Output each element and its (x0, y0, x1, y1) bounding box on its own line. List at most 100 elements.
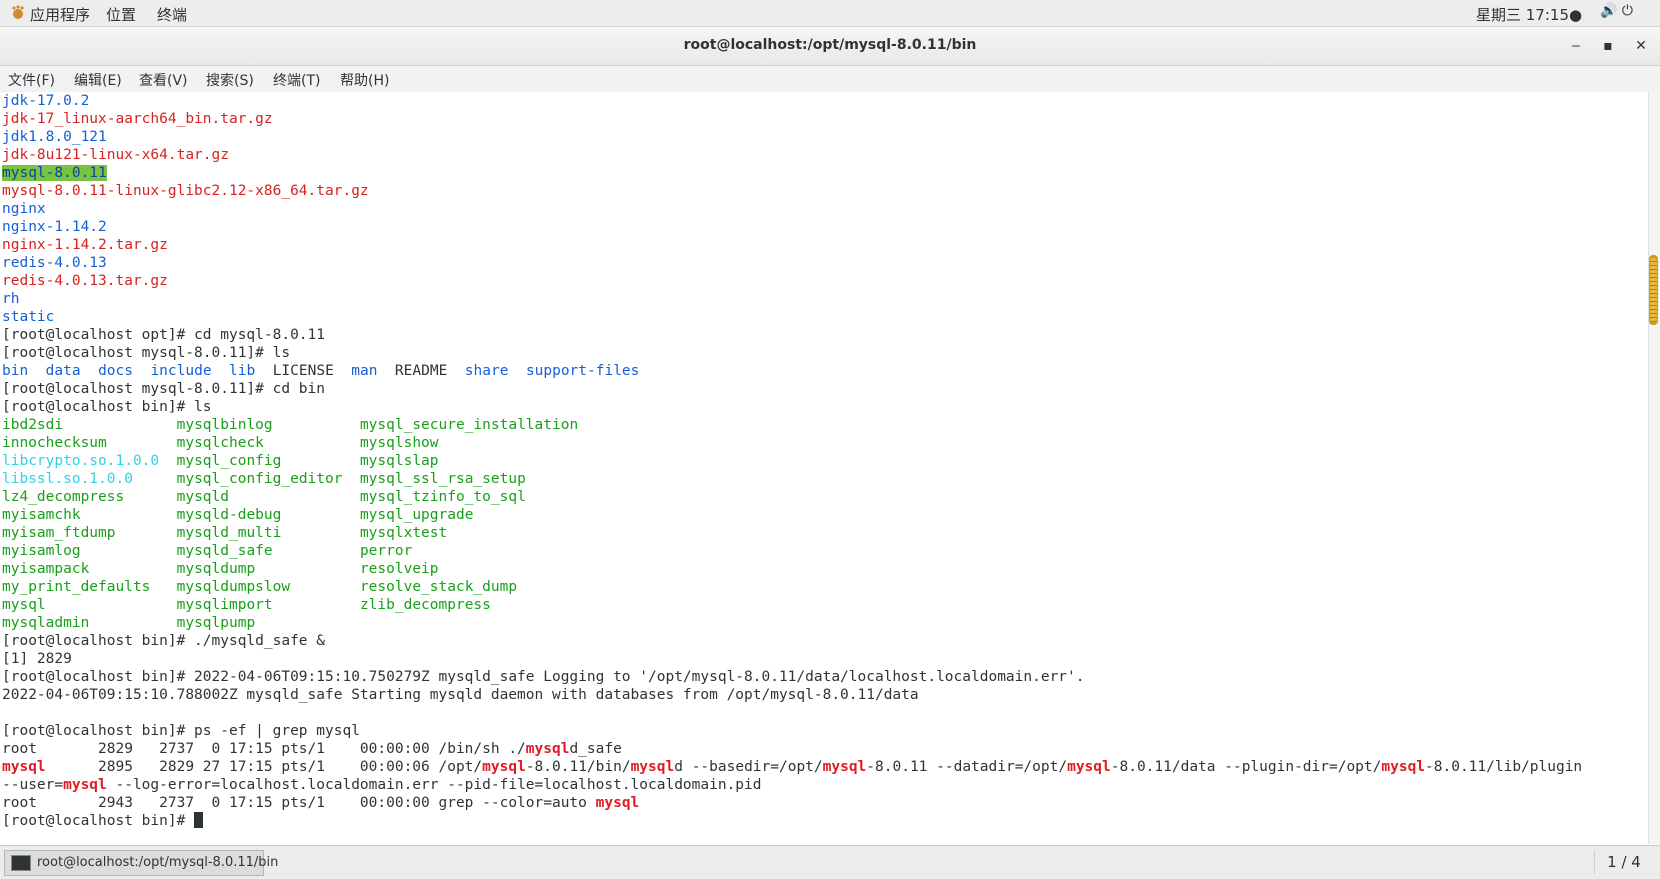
terminal-line: my_print_defaults mysqldumpslow resolve_… (0, 578, 1648, 596)
terminal-text-segment: libssl.so.1.0.0 (2, 471, 133, 487)
terminal-text-segment: mysql-8.0.11 (2, 165, 107, 181)
window-title: root@localhost:/opt/mysql-8.0.11/bin (683, 37, 977, 53)
menu-search[interactable]: 搜索(S) (206, 70, 254, 90)
terminal-text-segment: lib (229, 363, 256, 379)
terminal-text-segment: mysql_config_editor (176, 471, 360, 487)
terminal-line: [root@localhost mysql-8.0.11]# ls (0, 344, 1648, 362)
terminal-text-segment: mysql (822, 759, 867, 775)
terminal-text-segment: 2022-04-06T09:15:10.788002Z mysqld_safe … (2, 687, 919, 703)
terminal-text-segment: mysqlxtest (359, 525, 448, 541)
terminal-text-segment: lz4_decompress (2, 489, 177, 505)
terminal-text-segment: [root@localhost mysql-8.0.11]# ls (2, 345, 291, 361)
gnome-foot-icon[interactable] (10, 5, 26, 21)
terminal-text-segment: myisampack (2, 561, 177, 577)
terminal-text-segment: resolveip (359, 561, 439, 577)
clock[interactable]: 星期三 17:15● (1476, 4, 1582, 25)
menu-edit[interactable]: 编辑(E) (74, 70, 122, 90)
terminal-text-segment: mysqldumpslow (176, 579, 360, 595)
terminal-text-segment: mysqladmin (2, 615, 177, 631)
terminal-text-segment: -8.0.11 --datadir=/opt/ (866, 759, 1068, 775)
terminal-line: root 2943 2737 0 17:15 pts/1 00:00:00 gr… (0, 794, 1648, 812)
terminal-text-segment: docs (98, 363, 133, 379)
terminal-text-segment: [root@localhost opt]# cd mysql-8.0.11 (2, 327, 326, 343)
terminal-line: rh (0, 290, 1648, 308)
minimize-icon[interactable]: ‒ (1565, 35, 1587, 57)
terminal-text-segment: -8.0.11/bin/ (525, 759, 631, 775)
terminal-output[interactable]: jdk-17.0.2 jdk-17_linux-aarch64_bin.tar.g… (0, 92, 1648, 844)
terminal-line: [root@localhost bin]# ps -ef | grep mysq… (0, 722, 1648, 740)
terminal-text-segment: mysql (1381, 759, 1426, 775)
terminal-text-segment: ibd2sdi (2, 417, 177, 433)
terminal-text-segment: d --basedir=/opt/ (674, 759, 823, 775)
terminal-text-segment: libcrypto.so.1.0.0 (2, 453, 160, 469)
scrollbar-track[interactable] (1648, 92, 1660, 844)
terminal-line: myisamlog mysqld_safe perror (0, 542, 1648, 560)
menu-terminal[interactable]: 终端(T) (273, 70, 320, 90)
terminal-line: myisam_ftdump mysqld_multi mysqlxtest (0, 524, 1648, 542)
terminal-text-segment: redis-4.0.13.tar.gz (2, 273, 168, 289)
terminal-line: nginx-1.14.2 (0, 218, 1648, 236)
terminal-text-segment: rh (2, 291, 20, 307)
terminal-text-segment: nginx-1.14.2.tar.gz (2, 237, 168, 253)
top-panel: 应用程序 位置 终端 星期三 17:15● 🔊 ⏻ (0, 0, 1660, 27)
terminal-text-segment: mysql (63, 777, 107, 793)
terminal-text-segment: man (351, 363, 378, 379)
terminal-line: nginx (0, 200, 1648, 218)
terminal-text-segment: mysqld-debug (176, 507, 360, 523)
terminal-text-segment: LICENSE (255, 363, 352, 379)
taskbar-terminal-button[interactable]: root@localhost:/opt/mysql-8.0.11/bin (4, 850, 278, 876)
terminal-line: [root@localhost mysql-8.0.11]# cd bin (0, 380, 1648, 398)
terminal-text-segment: -8.0.11/data --plugin-dir=/opt/ (1110, 759, 1382, 775)
terminal-text-segment: my_print_defaults (2, 579, 177, 595)
terminal-text-segment: mysqld (176, 489, 360, 505)
terminal-text-segment: [root@localhost bin]# ls (2, 399, 212, 415)
menu-help[interactable]: 帮助(H) (340, 70, 389, 90)
terminal-text-segment: myisam_ftdump (2, 525, 177, 541)
terminal-line: mysql-8.0.11-linux-glibc2.12-x86_64.tar.… (0, 182, 1648, 200)
terminal-text-segment: nginx-1.14.2 (2, 219, 107, 235)
terminal-text-segment: mysql_ssl_rsa_setup (359, 471, 526, 487)
applications-menu[interactable]: 应用程序 (30, 4, 90, 25)
terminal-line: [root@localhost bin]# ./mysqld_safe & (0, 632, 1648, 650)
terminal-text-segment: zlib_decompress (359, 597, 491, 613)
terminal-text-segment: share (464, 363, 509, 379)
bottom-taskbar: root@localhost:/opt/mysql-8.0.11/bin 1 /… (0, 845, 1660, 879)
terminal-text-segment: mysql (595, 795, 640, 811)
terminal-text-segment: mysqldump (176, 561, 360, 577)
terminal-text-segment: mysqlslap (359, 453, 439, 469)
menu-view[interactable]: 查看(V) (139, 70, 188, 90)
window-titlebar[interactable]: root@localhost:/opt/mysql-8.0.11/bin ‒ ▪… (0, 27, 1660, 66)
terminal-text-segment: mysql_secure_installation (359, 417, 579, 433)
terminal-line: mysql-8.0.11 (0, 164, 1648, 182)
terminal-line: [root@localhost bin]# ls (0, 398, 1648, 416)
terminal-line: --user=mysql --log-error=localhost.local… (0, 776, 1648, 794)
maximize-icon[interactable]: ▪ (1597, 35, 1619, 57)
workspace-indicator[interactable]: 1 / 4 (1594, 850, 1653, 874)
menu-file[interactable]: 文件(F) (8, 70, 55, 90)
close-icon[interactable]: ✕ (1630, 35, 1652, 57)
terminal-text-segment: mysqld_multi (176, 525, 360, 541)
terminal-app-menu[interactable]: 终端 (157, 4, 187, 25)
terminal-text-segment: [root@localhost bin]# 2022-04-06T09:15:1… (2, 669, 1085, 685)
terminal-text-segment: bin (2, 363, 29, 379)
terminal-text-segment: resolve_stack_dump (359, 579, 518, 595)
terminal-text-segment: --log-error=localhost.localdomain.err --… (106, 777, 762, 793)
terminal-line: mysqladmin mysqlpump (0, 614, 1648, 632)
terminal-text-segment: mysql-8.0.11-linux-glibc2.12-x86_64.tar.… (2, 183, 369, 199)
menu-bar: 文件(F) 编辑(E) 查看(V) 搜索(S) 终端(T) 帮助(H) (0, 66, 1660, 93)
terminal-line: [root@localhost opt]# cd mysql-8.0.11 (0, 326, 1648, 344)
terminal-text-segment: mysql (2, 597, 177, 613)
places-menu[interactable]: 位置 (106, 4, 136, 25)
terminal-text-segment: -8.0.11/lib/plugin (1425, 759, 1583, 775)
system-status-icons[interactable]: 🔊 ⏻ (1600, 3, 1633, 19)
terminal-text-segment: mysql_upgrade (359, 507, 474, 523)
terminal-text-segment: include (150, 363, 212, 379)
terminal-text-segment: [root@localhost bin]# ps -ef | grep mysq… (2, 723, 360, 739)
terminal-text-segment: mysql_tzinfo_to_sql (359, 489, 526, 505)
